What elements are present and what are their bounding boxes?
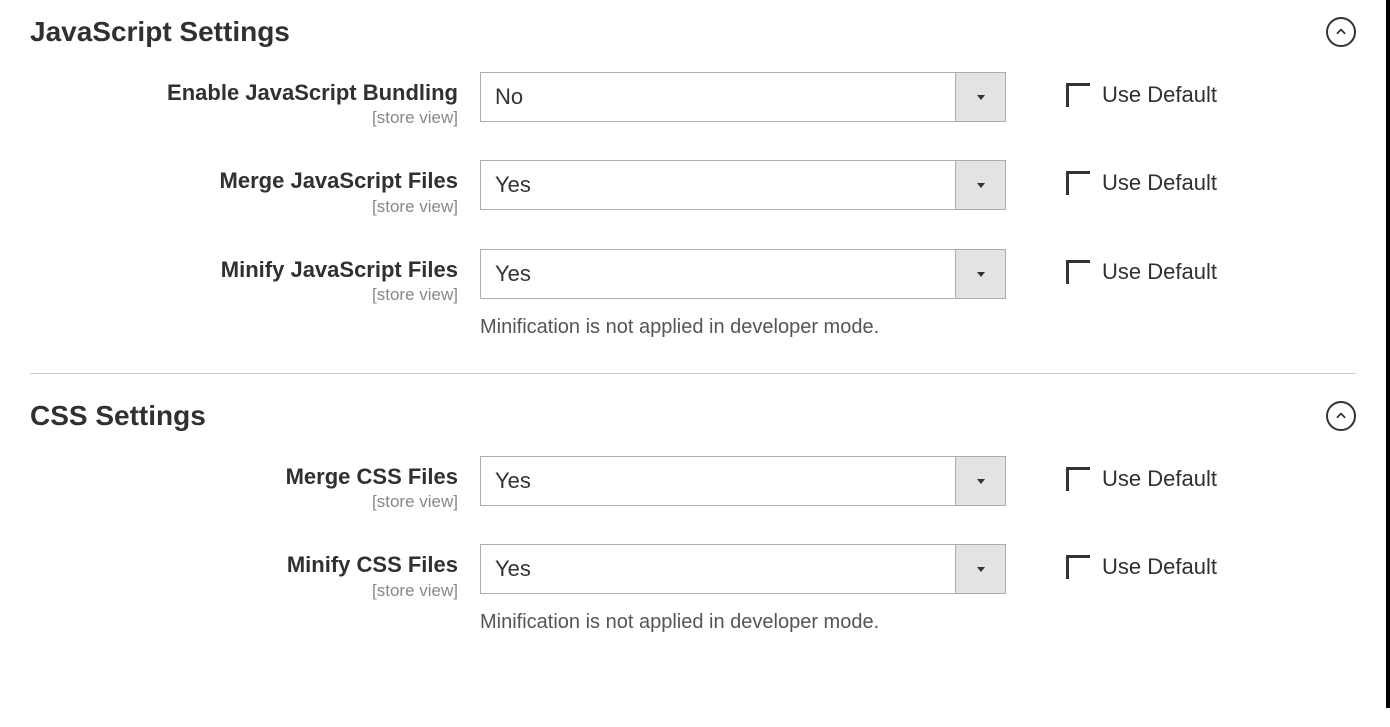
select-merge-js[interactable]: Yes <box>480 160 1006 210</box>
field-label: Enable JavaScript Bundling <box>30 80 458 106</box>
use-default-label[interactable]: Use Default <box>1102 82 1217 108</box>
field-note: Minification is not applied in developer… <box>480 313 1006 341</box>
section-css-settings: CSS Settings Merge CSS Files [store view… <box>30 373 1356 636</box>
checkbox-use-default-bundling[interactable] <box>1066 83 1090 107</box>
select-merge-css[interactable]: Yes <box>480 456 1006 506</box>
select-minify-css[interactable]: Yes <box>480 544 1006 594</box>
field-scope: [store view] <box>30 285 458 305</box>
checkbox-use-default-merge-js[interactable] <box>1066 171 1090 195</box>
chevron-down-icon <box>955 545 1005 593</box>
field-minify-css: Minify CSS Files [store view] Yes Minifi… <box>30 544 1356 636</box>
select-value: Yes <box>481 250 955 298</box>
collapse-icon <box>1326 17 1356 47</box>
select-value: No <box>481 73 955 121</box>
field-minify-js: Minify JavaScript Files [store view] Yes… <box>30 249 1356 341</box>
checkbox-use-default-minify-js[interactable] <box>1066 260 1090 284</box>
select-value: Yes <box>481 161 955 209</box>
checkbox-use-default-merge-css[interactable] <box>1066 467 1090 491</box>
field-label: Merge CSS Files <box>30 464 458 490</box>
field-label: Minify CSS Files <box>30 552 458 578</box>
checkbox-use-default-minify-css[interactable] <box>1066 555 1090 579</box>
section-header-css[interactable]: CSS Settings <box>30 394 1356 456</box>
field-scope: [store view] <box>30 581 458 601</box>
fieldset-css: Merge CSS Files [store view] Yes Use Def… <box>30 456 1356 636</box>
select-value: Yes <box>481 545 955 593</box>
chevron-down-icon <box>955 73 1005 121</box>
chevron-down-icon <box>955 161 1005 209</box>
section-title: JavaScript Settings <box>30 16 290 48</box>
chevron-down-icon <box>955 250 1005 298</box>
select-minify-js[interactable]: Yes <box>480 249 1006 299</box>
section-title: CSS Settings <box>30 400 206 432</box>
select-value: Yes <box>481 457 955 505</box>
field-label: Minify JavaScript Files <box>30 257 458 283</box>
use-default-label[interactable]: Use Default <box>1102 170 1217 196</box>
use-default-label[interactable]: Use Default <box>1102 554 1217 580</box>
field-merge-js: Merge JavaScript Files [store view] Yes … <box>30 160 1356 216</box>
section-javascript-settings: JavaScript Settings Enable JavaScript Bu… <box>30 0 1356 341</box>
field-enable-js-bundling: Enable JavaScript Bundling [store view] … <box>30 72 1356 128</box>
field-scope: [store view] <box>30 492 458 512</box>
select-enable-js-bundling[interactable]: No <box>480 72 1006 122</box>
chevron-down-icon <box>955 457 1005 505</box>
field-note: Minification is not applied in developer… <box>480 608 1006 636</box>
section-header-javascript[interactable]: JavaScript Settings <box>30 10 1356 72</box>
collapse-icon <box>1326 401 1356 431</box>
fieldset-javascript: Enable JavaScript Bundling [store view] … <box>30 72 1356 341</box>
use-default-label[interactable]: Use Default <box>1102 466 1217 492</box>
use-default-label[interactable]: Use Default <box>1102 259 1217 285</box>
field-merge-css: Merge CSS Files [store view] Yes Use Def… <box>30 456 1356 512</box>
field-scope: [store view] <box>30 197 458 217</box>
field-scope: [store view] <box>30 108 458 128</box>
field-label: Merge JavaScript Files <box>30 168 458 194</box>
